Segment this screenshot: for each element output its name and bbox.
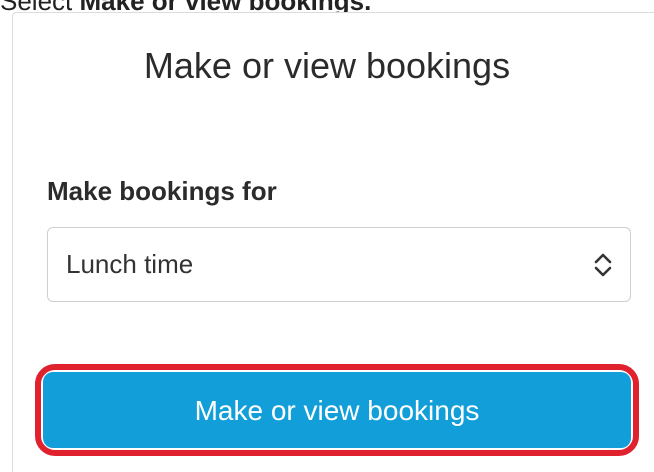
- make-bookings-for-label: Make bookings for: [47, 176, 277, 206]
- page: Select Make or view bookings. Make or vi…: [0, 0, 654, 472]
- card-title: Make or view bookings: [143, 45, 511, 86]
- select-value: Lunch time: [66, 249, 194, 279]
- booking-time-select[interactable]: Lunch time: [47, 227, 631, 302]
- make-or-view-bookings-button[interactable]: Make or view bookings: [43, 372, 631, 448]
- up-down-chevron-icon: [594, 253, 612, 277]
